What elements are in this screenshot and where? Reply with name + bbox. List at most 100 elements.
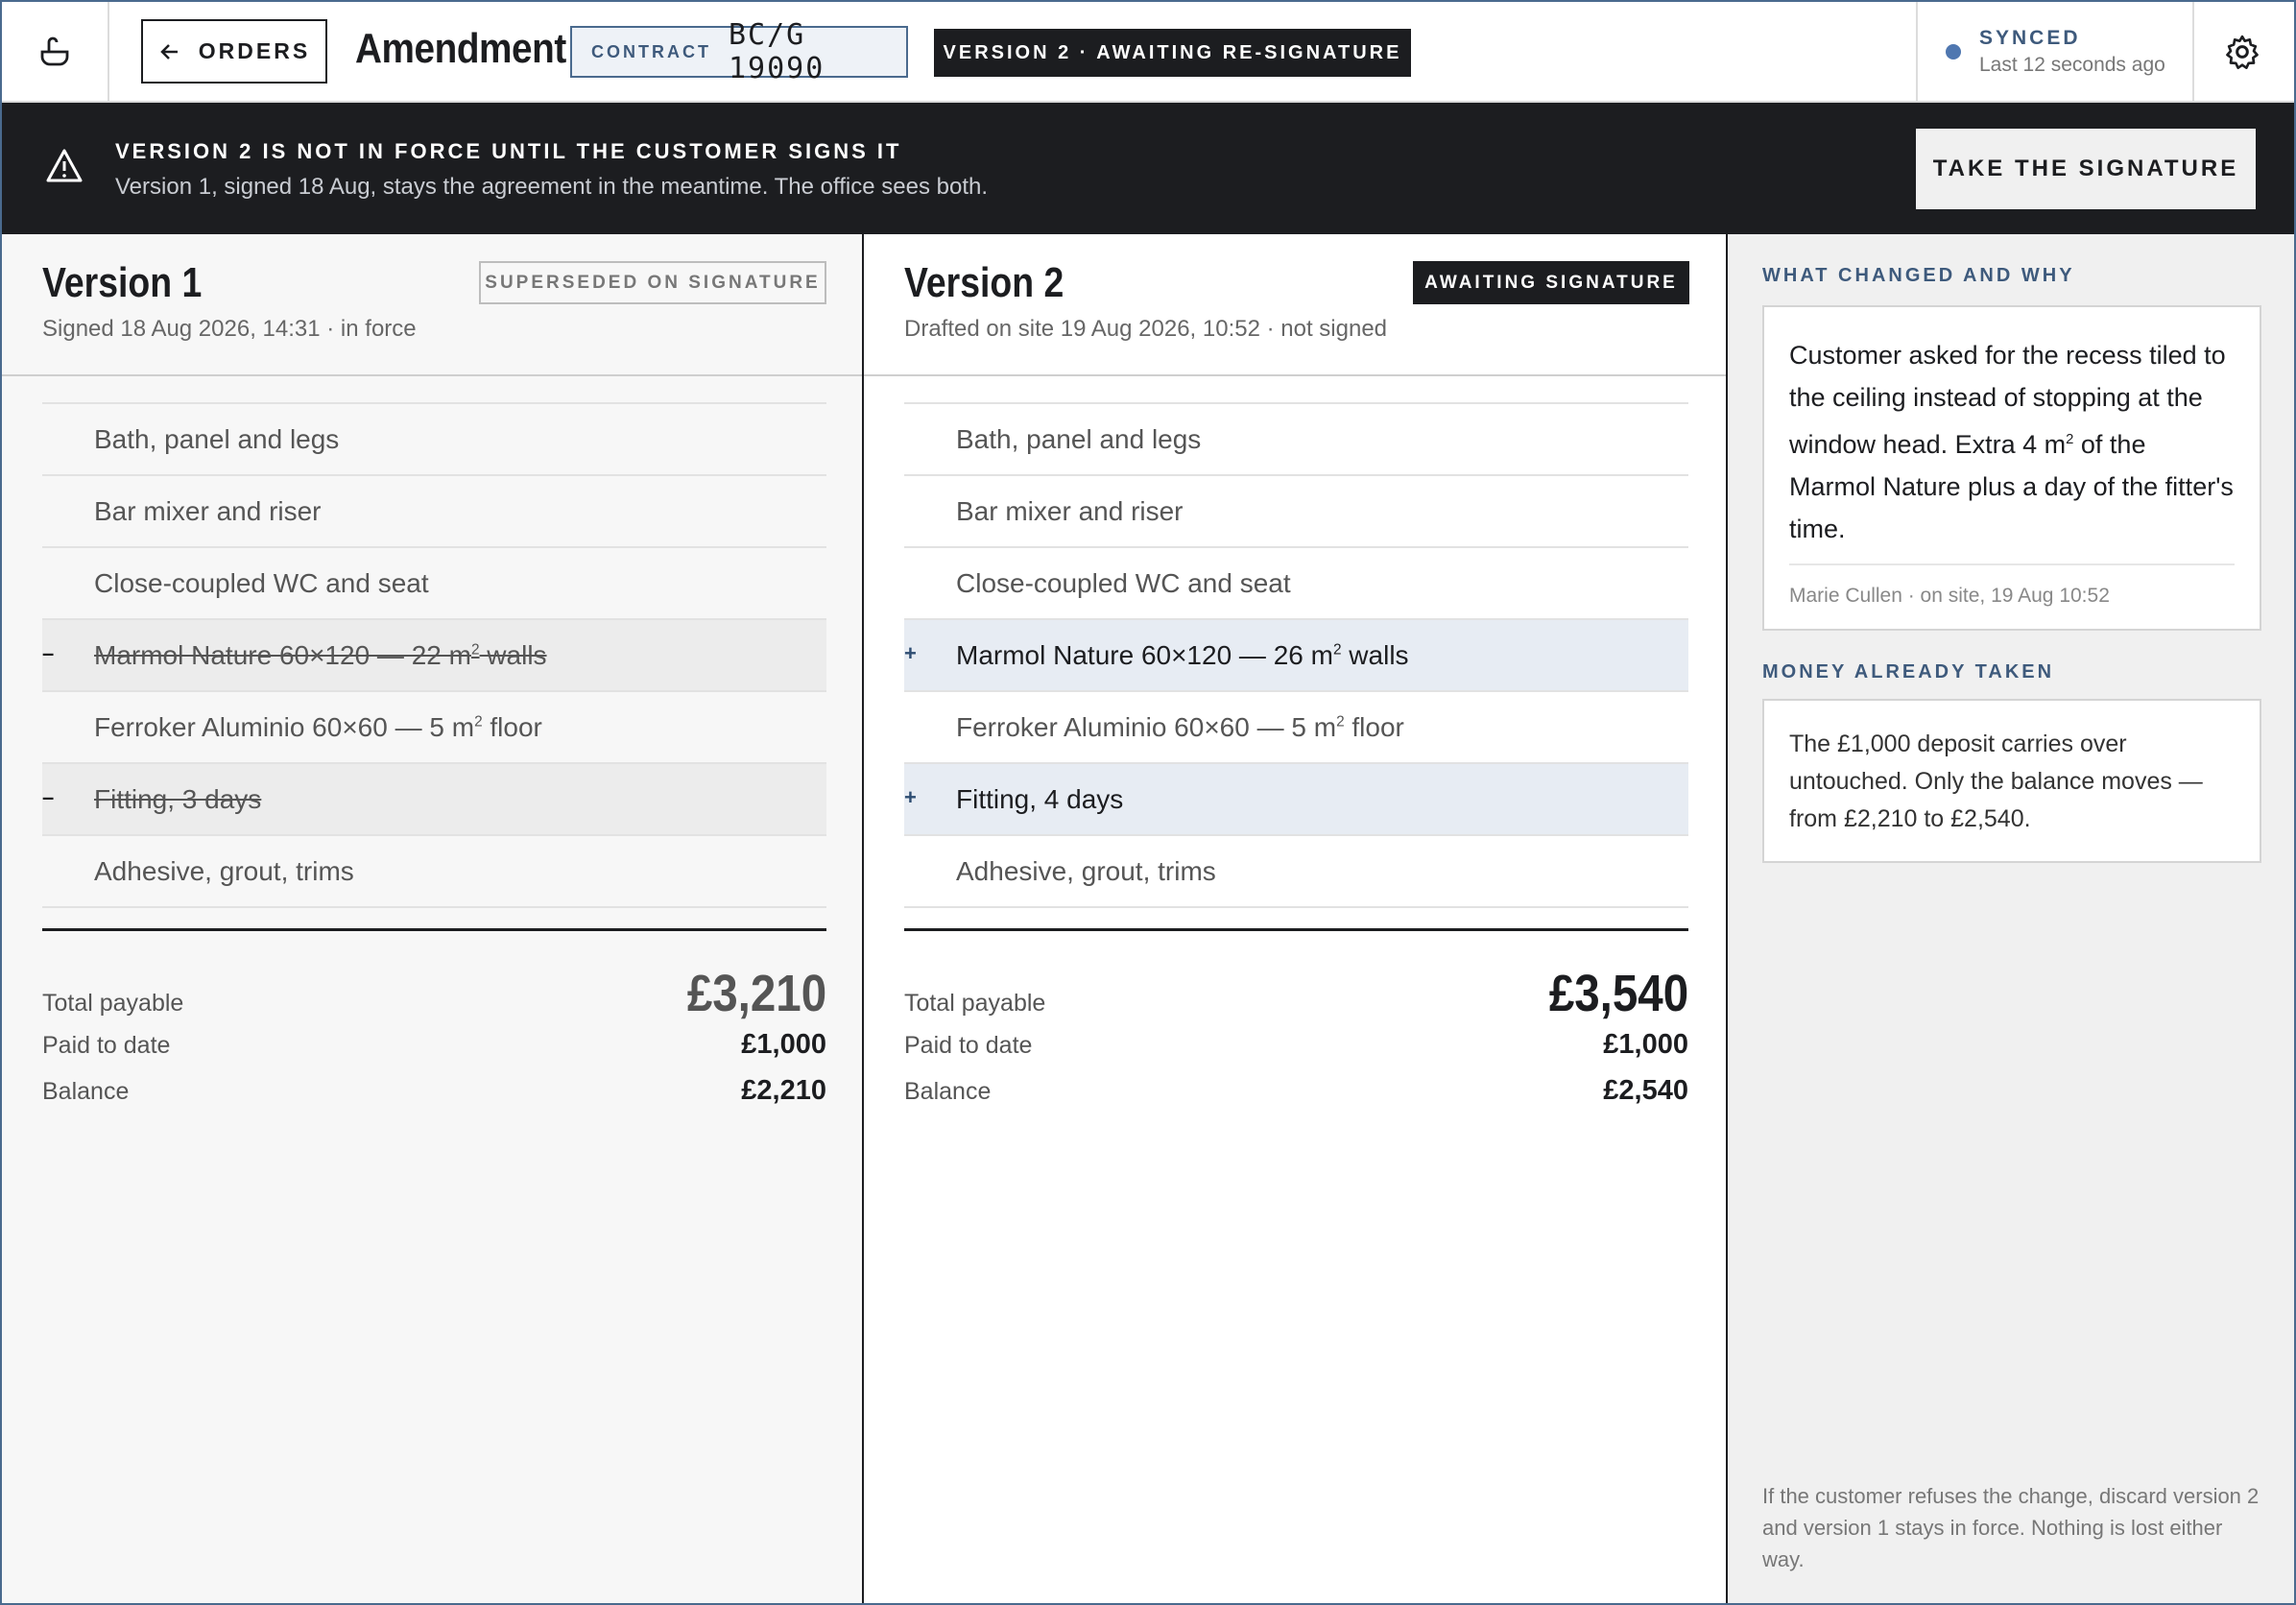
- version-1-subtitle: Signed 18 Aug 2026, 14:31 · in force: [42, 316, 417, 342]
- warning-icon: [46, 149, 83, 182]
- total-payable-value: £3,210: [686, 965, 826, 1022]
- change-reason-text: Customer asked for the recess tiled to t…: [1789, 334, 2235, 550]
- paid-row: Paid to date £1,000: [904, 1029, 1688, 1061]
- sink-icon: [40, 36, 69, 65]
- change-marker: +: [904, 785, 917, 809]
- total-payable-row: Total payable £3,210: [42, 964, 826, 1023]
- change-reason-meta-row: Marie Cullen · on site, 19 Aug 10:52: [1789, 563, 2235, 608]
- total-payable-label: Total payable: [42, 990, 184, 1017]
- paid-row: Paid to date £1,000: [42, 1029, 826, 1061]
- contract-key: CONTRACT: [591, 41, 711, 61]
- line-item-label: Bath, panel and legs: [94, 423, 340, 454]
- version-1-items: Bath, panel and legs Bar mixer and riser C…: [42, 402, 826, 908]
- total-payable-row: Total payable £3,540: [904, 964, 1688, 1023]
- line-item-unchanged: Bar mixer and riser: [904, 476, 1688, 548]
- why-heading: WHAT CHANGED AND WHY: [1762, 265, 2075, 286]
- line-item-removed: – Fitting, 3 days: [42, 764, 826, 836]
- balance-value: £2,210: [741, 1075, 826, 1106]
- unit-exponent: 2: [1336, 713, 1345, 731]
- line-item-unchanged: Adhesive, grout, trims: [904, 836, 1688, 908]
- line-item-suffix: walls: [479, 639, 547, 670]
- total-payable-label: Total payable: [904, 990, 1046, 1017]
- line-item-text: Bath, panel and legs: [956, 424, 1201, 455]
- superseded-badge: SUPERSEDED ON SIGNATURE: [479, 261, 826, 304]
- unit-exponent: 2: [1332, 641, 1342, 659]
- paid-value: £1,000: [741, 1029, 826, 1060]
- line-item-label: Bath, panel and legs: [956, 423, 1202, 454]
- version-status-tag: VERSION 2 · AWAITING RE-SIGNATURE: [934, 29, 1411, 77]
- version-2-column: Version 2 Drafted on site 19 Aug 2026, 1…: [864, 234, 1728, 1603]
- sync-status: SYNCED Last 12 seconds ago: [1916, 2, 2194, 101]
- version-2-title: Version 2: [904, 259, 1064, 306]
- line-item-text: Adhesive, grout, trims: [956, 856, 1216, 887]
- line-item-label: Fitting, 4 days: [956, 783, 1124, 814]
- banner-text: Version 1, signed 18 Aug, stays the agre…: [115, 174, 989, 200]
- line-item-label: Close-coupled WC and seat: [94, 567, 429, 598]
- line-item-suffix: walls: [1341, 639, 1409, 670]
- version-2-subtitle: Drafted on site 19 Aug 2026, 10:52 · not…: [904, 316, 1388, 342]
- home-button[interactable]: [2, 2, 109, 101]
- paid-value: £1,000: [1603, 1029, 1688, 1060]
- change-marker: –: [42, 641, 55, 665]
- gear-icon: [2226, 35, 2259, 69]
- version-2-items: Bath, panel and legs Bar mixer and riser C…: [904, 402, 1688, 908]
- line-item-label: Close-coupled WC and seat: [956, 567, 1291, 598]
- line-item-text: Bar mixer and riser: [94, 496, 322, 527]
- balance-row: Balance £2,210: [42, 1075, 826, 1107]
- refusal-footnote: If the customer refuses the change, disc…: [1762, 1484, 2260, 1571]
- line-item-text: Bar mixer and riser: [956, 496, 1184, 527]
- money-taken-text: The £1,000 deposit carries over untouche…: [1789, 731, 2203, 832]
- line-item-unchanged: Ferroker Aluminio 60×60 — 5 m2 floor: [42, 692, 826, 764]
- line-item-unchanged: Close-coupled WC and seat: [42, 548, 826, 620]
- line-item-label: Fitting, 3 days: [94, 783, 262, 814]
- line-item-label: Marmol Nature 60×120 — 26 m: [956, 639, 1333, 670]
- line-item-unchanged: Close-coupled WC and seat: [904, 548, 1688, 620]
- line-item-suffix: floor: [1344, 711, 1404, 742]
- line-item-label: Bar mixer and riser: [94, 495, 322, 526]
- top-bar: ORDERS Amendment CONTRACT BC/G 19090 VER…: [2, 2, 2294, 103]
- line-item-text: Close-coupled WC and seat: [94, 568, 429, 599]
- banner-title: VERSION 2 IS NOT IN FORCE UNTIL THE CUST…: [115, 139, 902, 163]
- line-item-text: Ferroker Aluminio 60×60 — 5 m2 floor: [956, 712, 1404, 743]
- version-1-title: Version 1: [42, 259, 203, 306]
- sync-dot-icon: [1946, 44, 1961, 60]
- line-item-text: Fitting, 4 days: [956, 784, 1123, 815]
- back-to-orders-button[interactable]: ORDERS: [141, 19, 327, 84]
- balance-label: Balance: [904, 1078, 992, 1105]
- change-notes-sidebar: WHAT CHANGED AND WHY Customer asked for …: [1728, 234, 2294, 1603]
- version-2-header: Version 2 Drafted on site 19 Aug 2026, 1…: [864, 234, 1726, 376]
- page-title: Amendment: [355, 25, 566, 72]
- money-heading: MONEY ALREADY TAKEN: [1762, 661, 2055, 683]
- contract-reference: CONTRACT BC/G 19090: [570, 18, 908, 85]
- change-reason-pre: Customer asked for the recess tiled to t…: [1789, 341, 2226, 459]
- line-item-text: Adhesive, grout, trims: [94, 856, 354, 887]
- arrow-left-icon: [160, 43, 178, 60]
- line-item-added: + Fitting, 4 days: [904, 764, 1688, 836]
- line-item-text: Fitting, 3 days: [94, 784, 261, 815]
- line-item-label: Marmol Nature 60×120 — 22 m: [94, 639, 471, 670]
- line-item-removed: – Marmol Nature 60×120 — 22 m2 walls: [42, 620, 826, 692]
- line-item-unchanged: Adhesive, grout, trims: [42, 836, 826, 908]
- version-1-column: Version 1 Signed 18 Aug 2026, 14:31 · in…: [2, 234, 864, 1603]
- take-signature-button[interactable]: TAKE THE SIGNATURE: [1916, 129, 2256, 209]
- line-item-text: Marmol Nature 60×120 — 22 m2 walls: [94, 640, 547, 671]
- change-marker: –: [42, 785, 55, 809]
- balance-row: Balance £2,540: [904, 1075, 1688, 1107]
- money-taken-card: The £1,000 deposit carries over untouche…: [1762, 699, 2261, 863]
- sync-time: Last 12 seconds ago: [1979, 54, 2165, 76]
- settings-button[interactable]: [2190, 2, 2294, 101]
- sync-state: SYNCED: [1979, 27, 2081, 49]
- balance-label: Balance: [42, 1078, 130, 1105]
- line-item-unchanged: Ferroker Aluminio 60×60 — 5 m2 floor: [904, 692, 1688, 764]
- line-item-label: Adhesive, grout, trims: [94, 855, 354, 886]
- line-item-text: Close-coupled WC and seat: [956, 568, 1291, 599]
- paid-label: Paid to date: [904, 1032, 1033, 1059]
- line-item-suffix: floor: [482, 711, 542, 742]
- version-1-header: Version 1 Signed 18 Aug 2026, 14:31 · in…: [2, 234, 862, 376]
- change-reason-card: Customer asked for the recess tiled to t…: [1762, 305, 2261, 631]
- unit-exponent: 2: [470, 641, 480, 659]
- line-item-label: Ferroker Aluminio 60×60 — 5 m: [956, 711, 1337, 742]
- line-item-label: Ferroker Aluminio 60×60 — 5 m: [94, 711, 475, 742]
- version-2-totals: Total payable £3,540 Paid to date £1,000…: [904, 928, 1688, 1106]
- line-item-unchanged: Bath, panel and legs: [42, 404, 826, 476]
